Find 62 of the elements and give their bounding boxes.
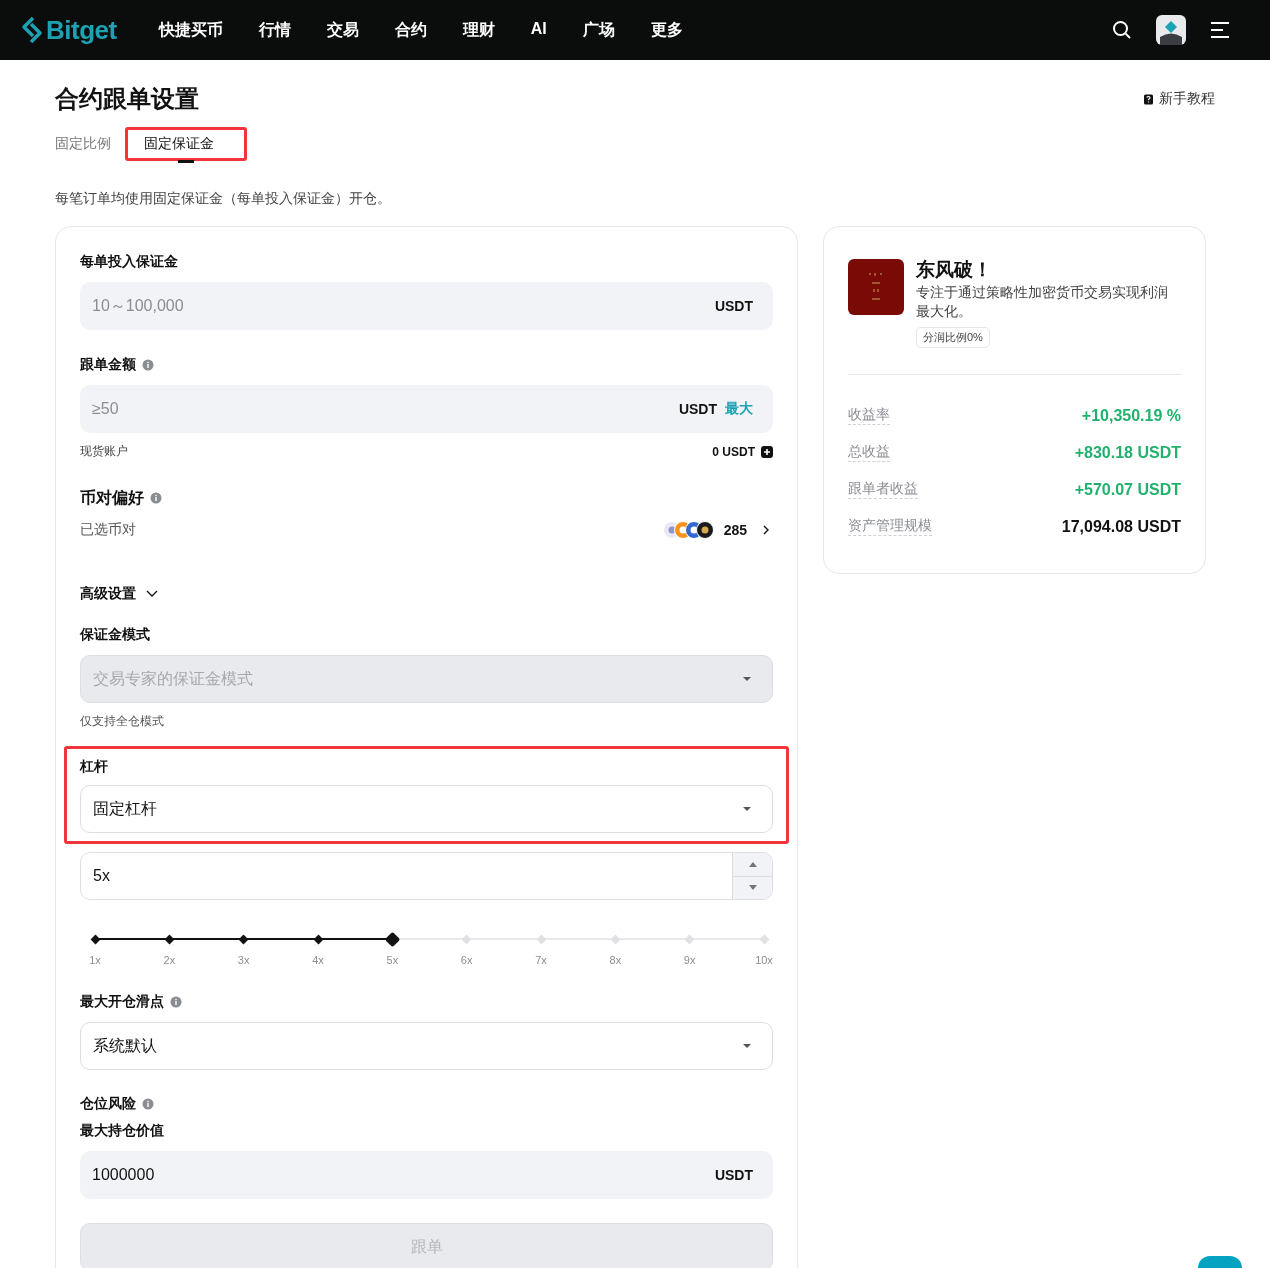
input-text[interactable]: ≥50: [92, 400, 671, 418]
slider-tick-label: 8x: [609, 954, 622, 966]
field-label: 仓位风险: [80, 1095, 136, 1113]
amount-input-field[interactable]: ≥50 USDT 最大: [80, 385, 773, 433]
slippage-select[interactable]: 系统默认: [80, 1022, 773, 1070]
account-label: 现货账户: [80, 443, 128, 460]
nav-link[interactable]: 快捷买币: [142, 19, 243, 41]
input-text[interactable]: 5x: [93, 867, 724, 885]
field-label: 最大开仓滑点: [80, 993, 164, 1011]
nav-link[interactable]: 合约: [378, 19, 447, 41]
slider-tick-label: 1x: [89, 954, 101, 966]
stat-label: 收益率: [848, 406, 890, 425]
slider-tick-label: 4x: [312, 954, 324, 966]
tab[interactable]: 固定比例: [55, 127, 111, 161]
tutorial-link[interactable]: 新手教程: [1143, 90, 1215, 108]
balance-text: 0 USDT: [712, 444, 755, 459]
trader-bio: 专注于通过策略性加密货币交易实现利润最大化。: [916, 283, 1169, 321]
stat-value: +830.18 USDT: [1074, 443, 1181, 462]
field-label: 杠杆: [80, 758, 108, 776]
slider-tick-label: 2x: [163, 954, 176, 966]
stat-value: +10,350.19 %: [1081, 406, 1181, 425]
profit-share-tag: 分润比例0%: [916, 327, 990, 348]
unit-label: USDT: [678, 401, 717, 417]
input-text[interactable]: 1000000: [92, 1166, 707, 1184]
tab[interactable]: 固定保证金: [125, 127, 247, 161]
nav-link[interactable]: 理财: [446, 19, 515, 41]
leverage-input-field[interactable]: 5x: [80, 852, 773, 900]
trader-name: 东风破！: [916, 259, 993, 281]
input-text[interactable]: 10～100,000: [92, 297, 707, 315]
nav-link[interactable]: 广场: [566, 19, 635, 41]
advanced-settings-toggle[interactable]: 高级设置: [80, 585, 158, 603]
nav-link[interactable]: 行情: [242, 19, 311, 41]
field-label: 币对偏好: [80, 487, 144, 508]
field-label: 跟单金额: [80, 356, 136, 374]
page-title: 合约跟单设置: [55, 84, 199, 114]
stat-value: +570.07 USDT: [1074, 480, 1181, 499]
pair-label: 已选币对: [80, 521, 136, 539]
stat-label: 跟单者收益: [848, 480, 918, 499]
pair-count-link[interactable]: 285: [723, 522, 747, 538]
unit-label: USDT: [714, 298, 753, 314]
nav-link[interactable]: AI: [514, 19, 567, 41]
stat-label: 资产管理规模: [848, 517, 932, 536]
leverage-select[interactable]: 固定杠杆: [80, 785, 773, 833]
slider-tick-label: 9x: [683, 954, 696, 966]
amount-input-field[interactable]: 10～100,000 USDT: [80, 282, 773, 330]
logo-text[interactable]: Bitget: [46, 14, 117, 46]
stat-label: 总收益: [848, 443, 890, 462]
max-position-field[interactable]: 1000000 USDT: [80, 1151, 773, 1199]
field-label: 保证金模式: [80, 626, 150, 644]
slider-tick-label: 5x: [386, 954, 399, 966]
slider-tick-label: 7x: [535, 954, 547, 966]
slider-tick-label: 6x: [460, 954, 473, 966]
nav-link[interactable]: 交易: [310, 19, 379, 41]
hint-text: 仅支持全仓模式: [80, 713, 165, 730]
description-text: 每笔订单均使用固定保证金（每单投入保证金）开仓。: [55, 190, 392, 208]
field-label: 每单投入保证金: [80, 253, 178, 271]
slider-tick-label: 3x: [237, 954, 250, 966]
stat-value: 17,094.08 USDT: [1061, 517, 1181, 536]
slider-tick-label: 10x: [755, 954, 773, 966]
nav-link[interactable]: 更多: [634, 19, 703, 41]
unit-label: USDT: [714, 1167, 753, 1183]
field-label: 最大持仓价值: [80, 1122, 164, 1140]
